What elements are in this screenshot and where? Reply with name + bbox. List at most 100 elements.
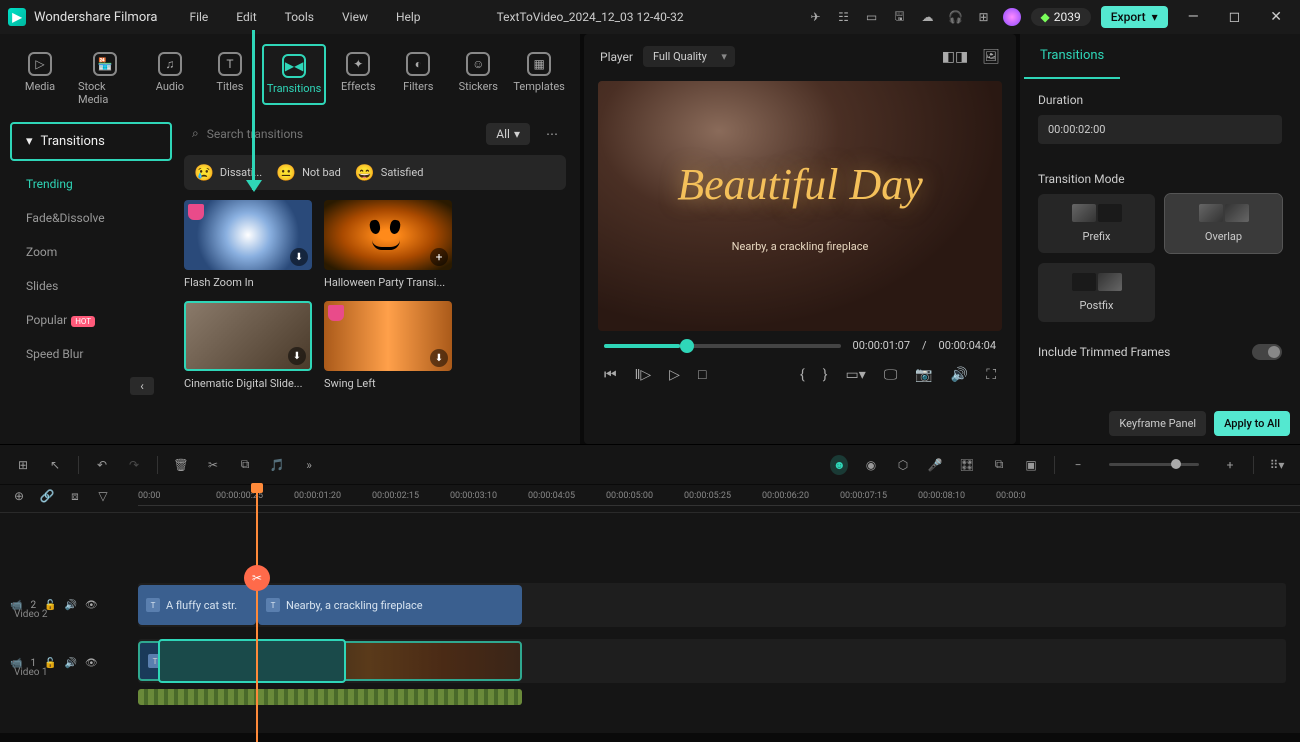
tab-stock[interactable]: 🏪Stock Media [72,44,138,114]
credits-badge[interactable]: ◆2039 [1031,8,1091,26]
queue-icon[interactable]: ☷ [835,8,853,26]
cat-slides[interactable]: Slides [10,269,172,303]
volume-icon[interactable]: 🔊 [951,367,968,383]
grid-icon[interactable]: ⊞ [14,458,32,472]
tab-transitions[interactable]: ▶◀Transitions [262,44,326,105]
headphones-icon[interactable]: 🎧 [947,8,965,26]
audio-mix-icon[interactable]: 🎛 [958,458,976,472]
category-header[interactable]: ▾Transitions [10,122,172,161]
mark-in-icon[interactable]: { [800,367,805,383]
cat-fade[interactable]: Fade&Dissolve [10,201,172,235]
minimize-button[interactable]: — [1178,9,1209,25]
menu-edit[interactable]: Edit [224,6,268,28]
search-input[interactable] [207,127,471,141]
menu-view[interactable]: View [330,6,380,28]
desktop-icon[interactable]: ▭ [863,8,881,26]
fullscreen-icon[interactable]: ⛶ [986,367,996,383]
tab-effects[interactable]: ✦Effects [330,44,386,101]
mark-out-icon[interactable]: } [823,367,828,383]
close-button[interactable]: ✕ [1260,9,1292,25]
shield-icon[interactable]: ⬡ [894,458,912,472]
select-icon[interactable]: ↖ [46,458,64,472]
apply-to-all-button[interactable]: Apply to All [1214,411,1290,436]
transition-card[interactable]: + Halloween Party Transi... [324,200,452,289]
mode-prefix[interactable]: Prefix [1038,194,1155,253]
mute-icon[interactable]: 🔊 [65,658,77,669]
collapse-sidebar-button[interactable]: ‹ [130,377,154,395]
scrub-bar[interactable] [604,344,841,348]
audio-waveform[interactable] [138,689,522,705]
tab-titles[interactable]: TTitles [202,44,258,101]
avatar-icon[interactable] [1003,8,1021,26]
ratio-icon[interactable]: ▭▾ [846,367,866,383]
send-icon[interactable]: ✈ [807,8,825,26]
more-options-button[interactable]: ⋯ [538,123,566,145]
mode-overlap[interactable]: Overlap [1165,194,1282,253]
tab-stickers[interactable]: ☺Stickers [450,44,506,101]
magnet-icon[interactable]: ⧈ [66,489,84,504]
play-icon[interactable]: ▷ [669,367,680,383]
delete-icon[interactable]: 🗑 [172,458,190,472]
include-trimmed-toggle[interactable] [1252,344,1282,360]
snapshot-preview-icon[interactable]: 🖼 [982,49,1000,65]
add-icon[interactable]: + [430,248,448,266]
filter-dropdown[interactable]: All▾ [486,123,530,145]
render-icon[interactable]: ▣ [1022,458,1040,472]
visibility-icon[interactable]: 👁 [85,658,98,669]
download-icon[interactable]: ⬇ [288,347,306,365]
transition-card[interactable]: ⬇ Swing Left [324,301,452,390]
more-icon[interactable]: » [300,458,318,472]
ai-icon[interactable]: ☻ [830,455,848,475]
track-lane-video2[interactable]: TA fluffy cat str. TNearby, a crackling … [138,583,1286,627]
stop-icon[interactable]: □ [698,366,706,383]
transition-clip-selected[interactable] [158,639,346,683]
cat-trending[interactable]: Trending [10,167,172,201]
redo-icon[interactable]: ↷ [125,458,143,472]
mode-postfix[interactable]: Postfix [1038,263,1155,322]
tab-audio[interactable]: ♫Audio [142,44,198,101]
cat-zoom[interactable]: Zoom [10,235,172,269]
zoom-in-icon[interactable]: + [1221,458,1239,472]
tab-media[interactable]: ▷Media [12,44,68,101]
save-icon[interactable]: 🖫 [891,8,909,26]
layout-icon[interactable]: ⠿▾ [1268,458,1286,472]
export-button[interactable]: Export▾ [1101,6,1168,28]
snapshot-icon[interactable]: 📷 [915,367,932,383]
mute-icon[interactable]: 🔊 [65,600,77,611]
transition-card[interactable]: ⬇ Flash Zoom In [184,200,312,289]
zoom-out-icon[interactable]: − [1069,458,1087,472]
playhead[interactable] [256,485,258,742]
cut-marker-icon[interactable]: ✂ [244,565,270,591]
menu-help[interactable]: Help [384,6,433,28]
crop-icon[interactable]: ⧉ [236,457,254,472]
marker-add-icon[interactable]: ▽ [94,489,112,504]
add-track-icon[interactable]: ⊕ [10,489,28,504]
track-lane-video1[interactable]: TBeautiful Da [138,639,1286,683]
subtitle-clip[interactable]: TNearby, a crackling fireplace [258,585,522,625]
cut-icon[interactable]: ✂ [204,458,222,472]
timeline-ruler[interactable]: ⊕ 🔗 ⧈ ▽ 00:0000:00:00:2500:00:01:2000:00… [0,485,1300,513]
apps-icon[interactable]: ⊞ [975,8,993,26]
cat-popular[interactable]: PopularHOT [10,303,172,337]
download-icon[interactable]: ⬇ [430,349,448,367]
undo-icon[interactable]: ↶ [93,458,111,472]
visibility-icon[interactable]: 👁 [85,600,98,611]
tab-filters[interactable]: ◐Filters [390,44,446,101]
compare-icon[interactable]: ◧◨ [942,49,968,65]
link-icon[interactable]: 🔗 [38,489,56,504]
menu-tools[interactable]: Tools [273,6,326,28]
tab-templates[interactable]: ▦Templates [510,44,568,101]
display-icon[interactable]: 🖵 [884,367,898,383]
favorite-icon[interactable] [188,204,204,220]
transition-card[interactable]: ⬇ Cinematic Digital Slide... [184,301,312,390]
favorite-icon[interactable] [328,305,344,321]
feedback-notbad[interactable]: 😐Not bad [276,163,341,182]
props-tab-transitions[interactable]: Transitions [1024,34,1120,79]
step-back-icon[interactable]: ‖▷ [635,366,652,383]
cat-speedblur[interactable]: Speed Blur [10,337,172,371]
mic-icon[interactable]: 🎤 [926,458,944,472]
feedback-satisfied[interactable]: 😄Satisfied [355,163,424,182]
download-icon[interactable]: ⬇ [290,248,308,266]
music-icon[interactable]: 🎵 [268,458,286,472]
maximize-button[interactable]: ◻ [1219,9,1251,25]
